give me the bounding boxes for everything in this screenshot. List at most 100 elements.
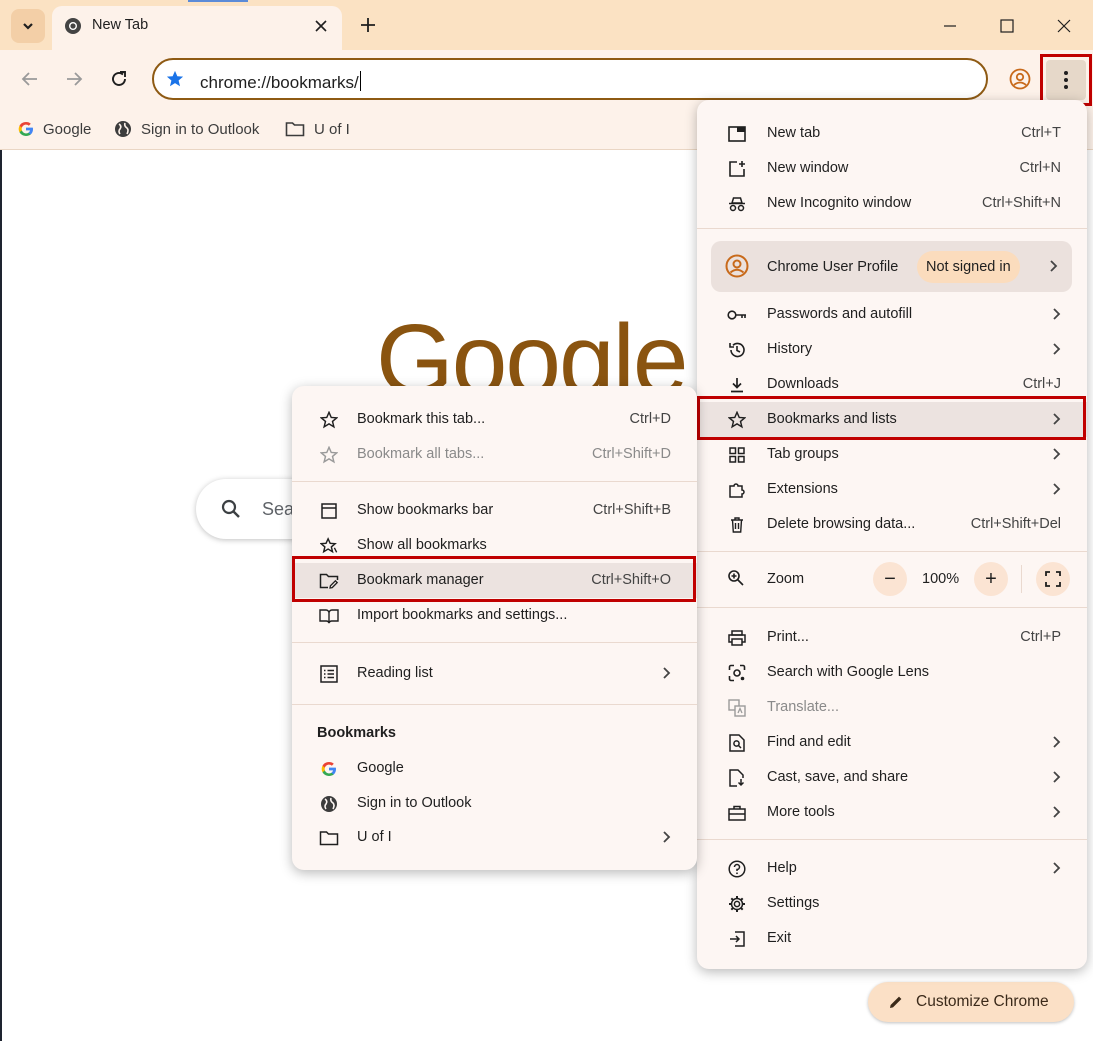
menu-shortcut: Ctrl+Shift+B <box>592 502 671 518</box>
menu-item-find-and-edit[interactable]: Find and edit <box>697 725 1087 760</box>
minimize-button[interactable] <box>933 9 967 43</box>
menu-item-history[interactable]: History <box>697 332 1087 367</box>
menu-label: Import bookmarks and settings... <box>357 607 568 623</box>
tab-new-tab[interactable]: New Tab <box>52 6 342 50</box>
menu-item-extensions[interactable]: Extensions <box>697 472 1087 507</box>
star-icon <box>319 410 339 430</box>
reading-list-icon <box>319 664 339 684</box>
incognito-icon <box>727 194 747 214</box>
menu-item-profile[interactable]: Chrome User Profile Not signed in <box>711 241 1072 292</box>
menu-label: Passwords and autofill <box>767 306 913 322</box>
submenu-item-bookmark-all-tabs[interactable]: Bookmark all tabs... Ctrl+Shift+D <box>292 437 697 472</box>
zoom-in-button[interactable]: + <box>974 562 1008 596</box>
menu-shortcut: Ctrl+Shift+N <box>982 195 1061 211</box>
url-text[interactable]: chrome://bookmarks/ <box>200 71 361 93</box>
submenu-bookmark-folder-u-of-i[interactable]: U of I <box>292 820 697 855</box>
menu-label: Search with Google Lens <box>767 664 930 680</box>
tab-title: New Tab <box>92 17 149 33</box>
bookmark-label: U of I <box>314 120 350 138</box>
more-vert-icon <box>1064 71 1068 89</box>
new-tab-button[interactable] <box>354 11 382 39</box>
new-window-icon <box>727 159 747 179</box>
bookmark-folder-u-of-i[interactable]: U of I <box>285 115 350 143</box>
menu-item-more-tools[interactable]: More tools <box>697 795 1087 830</box>
arrow-left-icon <box>21 72 37 86</box>
menu-item-tab-groups[interactable]: Tab groups <box>697 437 1087 472</box>
fullscreen-button[interactable] <box>1036 562 1070 596</box>
fullscreen-icon <box>1045 571 1061 587</box>
maximize-button[interactable] <box>990 9 1024 43</box>
menu-item-print[interactable]: Print... Ctrl+P <box>697 620 1087 655</box>
menu-item-new-tab[interactable]: New tab Ctrl+T <box>697 116 1087 151</box>
menu-label: Bookmark all tabs... <box>357 446 485 462</box>
chevron-right-icon <box>1050 260 1058 272</box>
reload-icon <box>112 71 126 86</box>
menu-label: Extensions <box>767 481 838 497</box>
menu-shortcut: Ctrl+D <box>629 411 672 427</box>
menu-label: Find and edit <box>767 734 851 750</box>
file-save-icon <box>727 768 747 788</box>
address-bar[interactable]: chrome://bookmarks/ <box>152 58 988 100</box>
menu-item-cast-save-share[interactable]: Cast, save, and share <box>697 760 1087 795</box>
pencil-icon <box>890 996 902 1008</box>
tab-strip: New Tab <box>0 0 1093 50</box>
menu-item-settings[interactable]: Settings <box>697 886 1087 921</box>
submenu-item-import-bookmarks[interactable]: Import bookmarks and settings... <box>292 598 697 633</box>
menu-shortcut: Ctrl+Shift+D <box>592 446 671 462</box>
chevron-right-icon <box>1053 483 1061 495</box>
profile-button[interactable] <box>1004 63 1036 95</box>
menu-item-new-window[interactable]: New window Ctrl+N <box>697 151 1087 186</box>
google-logo: Google <box>376 304 687 390</box>
zoom-level: 100% <box>922 571 960 587</box>
forward-button[interactable] <box>58 63 90 95</box>
new-tab-icon <box>727 124 747 144</box>
menu-label: Sign in to Outlook <box>357 795 472 811</box>
chevron-down-icon <box>23 23 33 30</box>
bookmark-outlook[interactable]: Sign in to Outlook <box>114 115 259 143</box>
zoom-out-button[interactable]: − <box>873 562 907 596</box>
submenu-bookmark-google[interactable]: Google <box>292 751 697 786</box>
exit-icon <box>727 929 747 949</box>
tab-search-button[interactable] <box>11 9 45 43</box>
menu-label: Cast, save, and share <box>767 769 909 785</box>
star-filled-icon[interactable] <box>166 70 184 88</box>
menu-item-new-incognito[interactable]: New Incognito window Ctrl+Shift+N <box>697 186 1087 221</box>
menu-divider <box>292 642 697 643</box>
google-g-icon <box>319 759 339 779</box>
reload-button[interactable] <box>103 63 135 95</box>
submenu-item-reading-list[interactable]: Reading list <box>292 656 697 691</box>
menu-divider <box>697 551 1087 552</box>
back-button[interactable] <box>14 63 46 95</box>
download-icon <box>727 375 747 395</box>
menu-item-help[interactable]: Help <box>697 851 1087 886</box>
menu-label: New tab <box>767 125 821 141</box>
menu-item-exit[interactable]: Exit <box>697 921 1087 956</box>
menu-divider <box>697 228 1087 229</box>
menu-label: Help <box>767 860 797 876</box>
submenu-item-bookmark-this-tab[interactable]: Bookmark this tab... Ctrl+D <box>292 402 697 437</box>
menu-label: Chrome User Profile <box>767 259 899 275</box>
chrome-main-menu: New tab Ctrl+T New window Ctrl+N New Inc… <box>697 100 1087 969</box>
globe-icon <box>319 794 339 814</box>
chevron-right-icon <box>663 667 671 679</box>
window-close-button[interactable] <box>1047 9 1081 43</box>
submenu-bookmark-outlook[interactable]: Sign in to Outlook <box>292 786 697 821</box>
history-icon <box>727 340 747 360</box>
menu-item-passwords[interactable]: Passwords and autofill <box>697 297 1087 332</box>
chevron-right-icon <box>663 831 671 843</box>
globe-icon <box>115 121 131 137</box>
google-g-icon <box>18 122 33 136</box>
chevron-right-icon <box>1053 343 1061 355</box>
tab-close-button[interactable] <box>310 15 332 37</box>
menu-item-delete-browsing-data[interactable]: Delete browsing data... Ctrl+Shift+Del <box>697 507 1087 542</box>
chrome-menu-button[interactable] <box>1040 54 1092 106</box>
submenu-item-show-bookmarks-bar[interactable]: Show bookmarks bar Ctrl+Shift+B <box>292 493 697 528</box>
customize-chrome-button[interactable]: Customize Chrome <box>868 982 1074 1022</box>
close-icon <box>315 20 327 32</box>
bookmark-google[interactable]: Google <box>18 115 91 143</box>
bookmarks-heading: Bookmarks <box>317 725 396 741</box>
menu-item-translate[interactable]: Translate... <box>697 690 1087 725</box>
menu-shortcut: Ctrl+P <box>1020 629 1061 645</box>
menu-item-google-lens[interactable]: Search with Google Lens <box>697 655 1087 690</box>
trash-icon <box>727 515 747 535</box>
